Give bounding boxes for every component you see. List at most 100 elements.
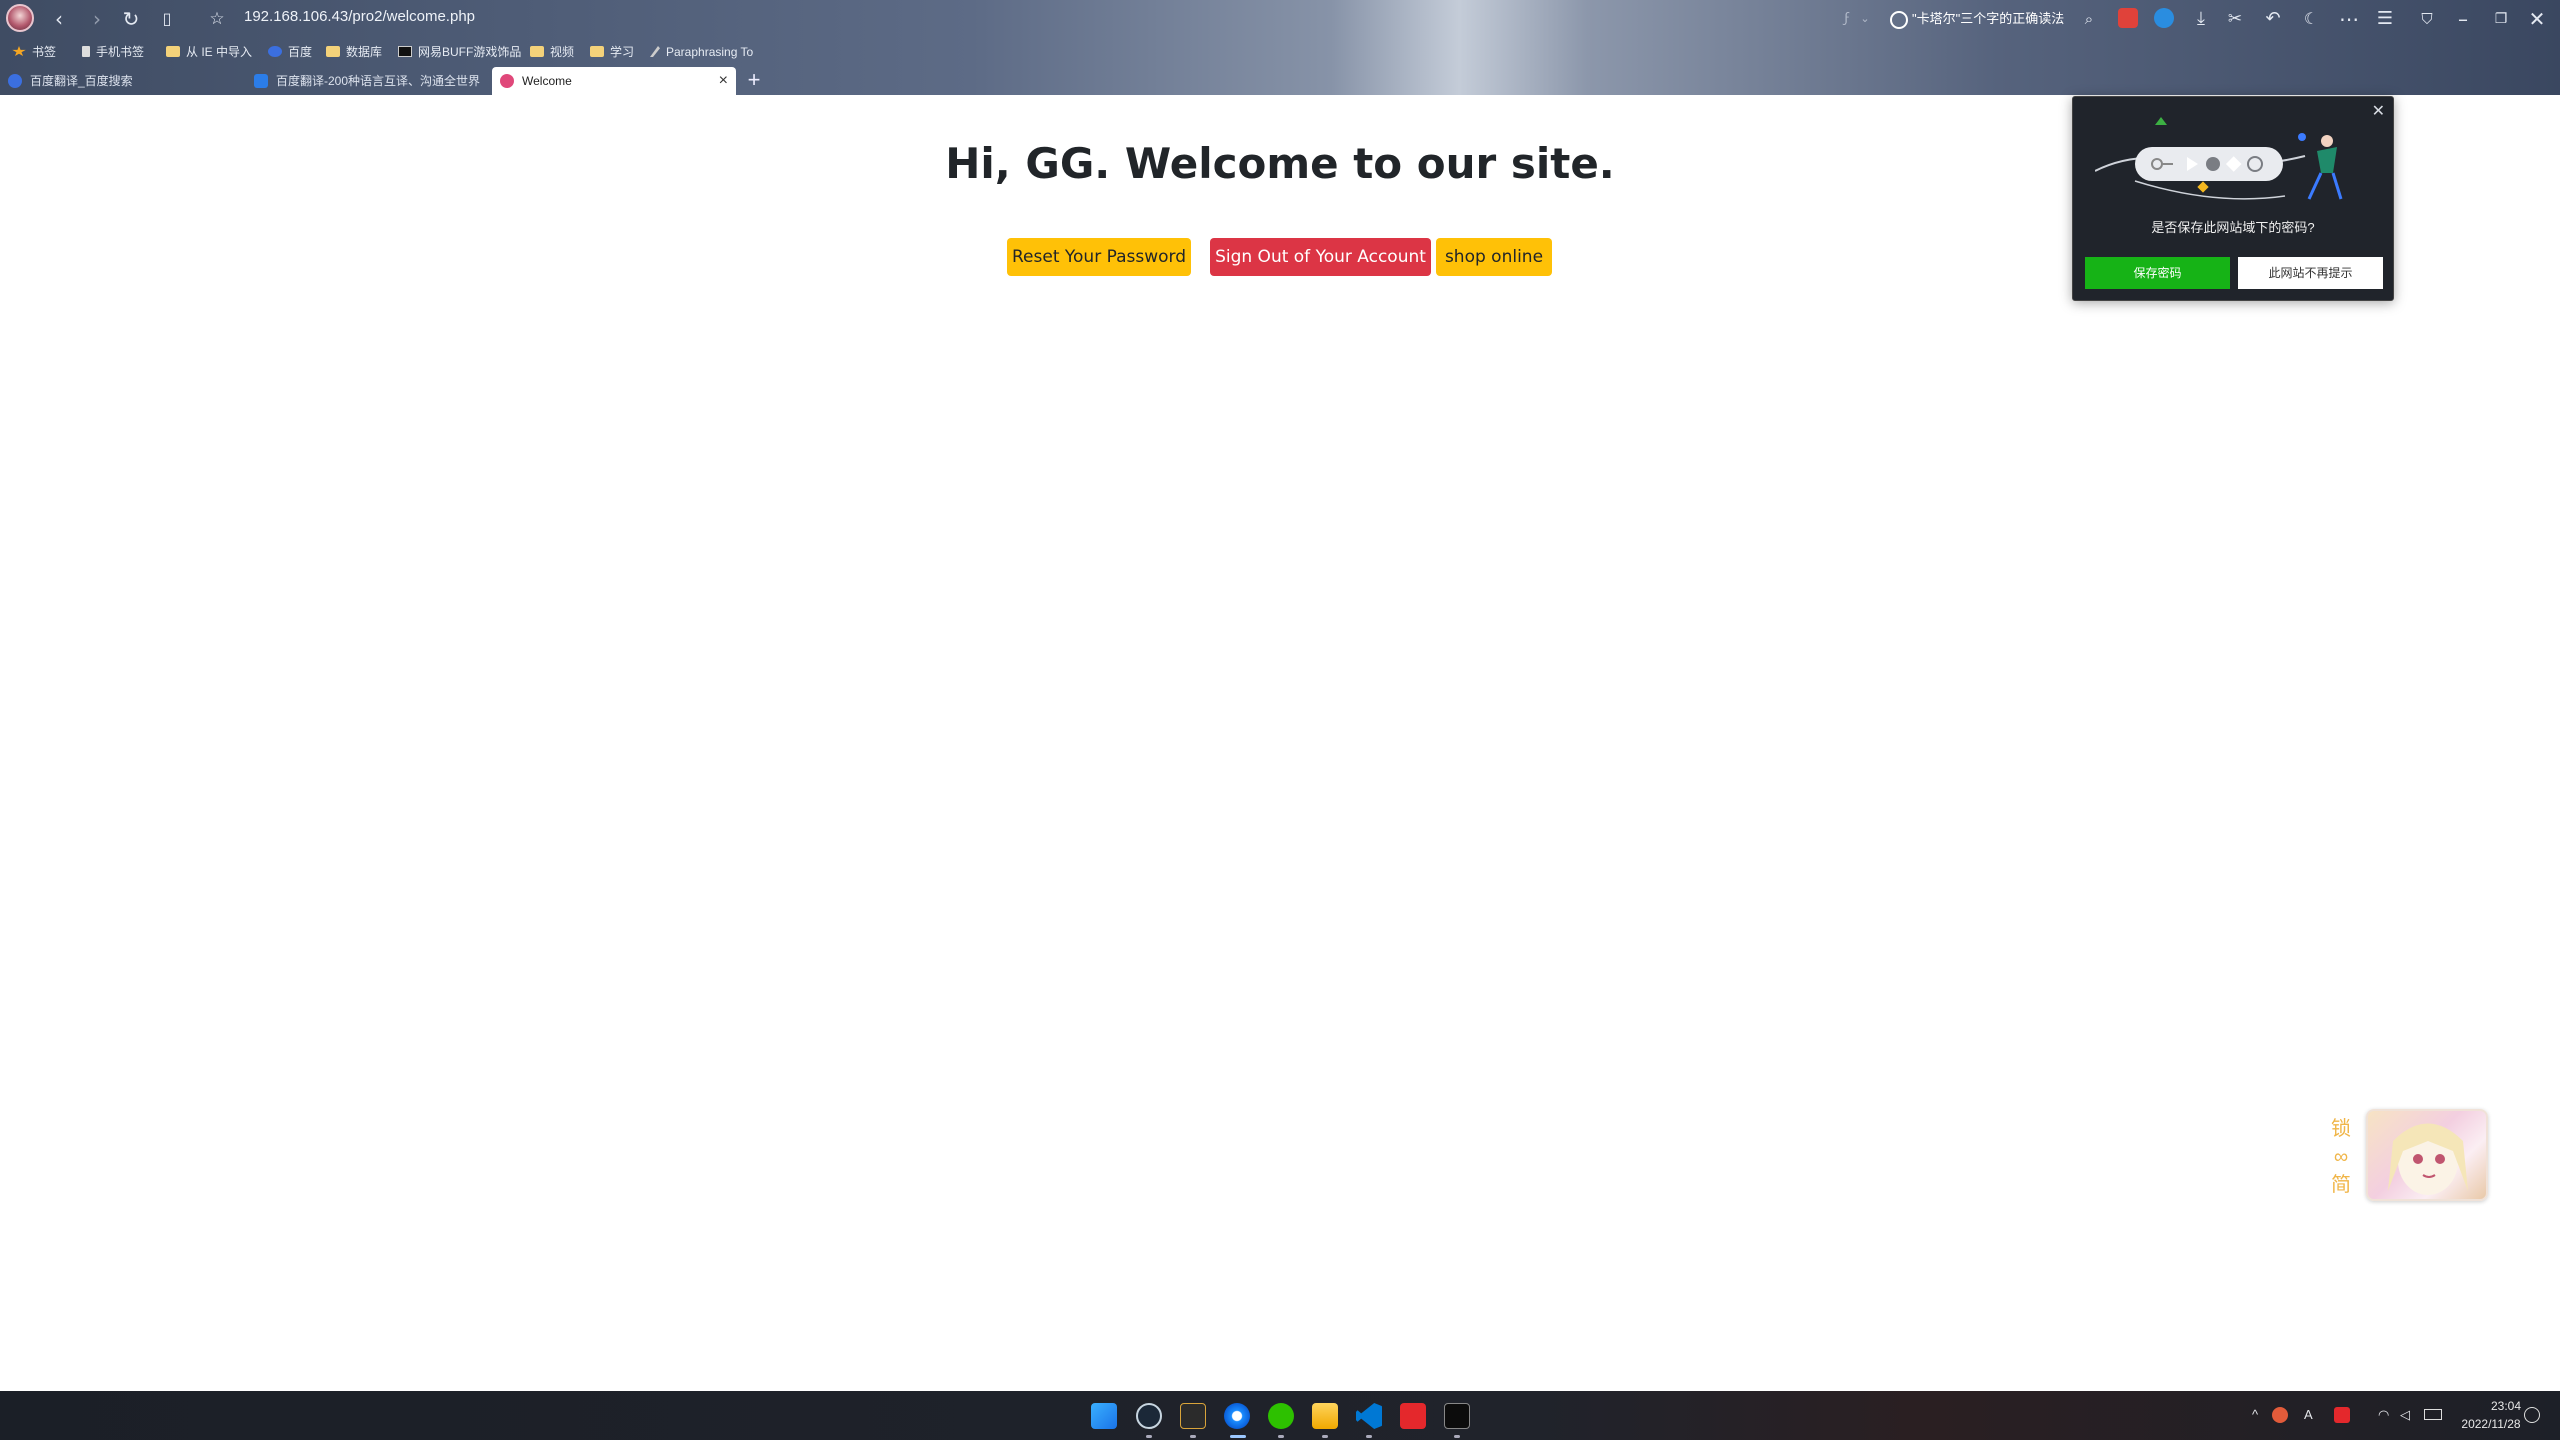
bookmark-star-icon[interactable]: ☆ [204,6,230,32]
battery-icon[interactable] [2424,1409,2442,1420]
ime-indicator[interactable]: A [2304,1407,2313,1422]
never-for-site-button[interactable]: 此网站不再提示 [2238,257,2383,289]
bookmark-item[interactable]: 数据库 [326,43,382,61]
bookmark-label: 视频 [550,45,575,59]
reading-mode-icon[interactable]: ▯ [154,6,180,32]
night-mode-icon[interactable]: ☾ [2298,6,2324,32]
folder-icon [530,46,544,57]
extension-icon[interactable] [2154,8,2174,28]
bookmark-item[interactable]: 学习 [590,43,634,61]
save-password-popup: ✕ 是否保存此网站域下的密码? 保存密码 此网站不再提示 [2072,96,2394,301]
widget-simple-char[interactable]: 简 [2328,1171,2354,1199]
avatar-art [2388,1123,2468,1195]
taskbar: ^ A ◠ ◁ 23:04 2022/11/28 [0,1391,2560,1440]
save-password-button[interactable]: 保存密码 [2085,257,2230,289]
menu-icon[interactable]: ☰ [2372,6,2398,32]
running-indicator [1454,1435,1460,1438]
more-icon[interactable]: ⋯ [2336,6,2362,32]
address-bar[interactable]: 192.168.106.43/pro2/welcome.php [244,8,475,25]
steam-icon[interactable] [1136,1403,1162,1429]
search-icon[interactable]: ⌕ [2076,6,2102,32]
baidu-icon [8,74,22,88]
file-explorer-icon[interactable] [1312,1403,1338,1429]
running-indicator [1190,1435,1196,1438]
running-indicator [1278,1435,1284,1438]
tray-overflow-icon[interactable]: ^ [2252,1407,2258,1422]
tab-baidu-search[interactable]: 百度翻译_百度搜索 [0,67,246,95]
browser-chrome: ‹ › ↻ ▯ ☆ 192.168.106.43/pro2/welcome.ph… [0,0,2560,95]
close-tab-icon[interactable]: × [719,67,728,95]
restore-icon[interactable]: ❐ [2488,6,2514,32]
back-icon[interactable]: ‹ [46,6,72,32]
widget-link-char[interactable]: ∞ [2328,1143,2354,1171]
wifi-icon[interactable]: ◠ [2378,1407,2389,1423]
bookmark-item[interactable]: 从 IE 中导入 [166,43,252,61]
tab-baidu-translate[interactable]: 百度翻译-200种语言互译、沟通全世界 [246,67,490,95]
tab-label: 百度翻译-200种语言互译、沟通全世界 [276,74,481,88]
username: GG [1025,139,1095,188]
tab-label: 百度翻译_百度搜索 [30,74,133,88]
search-box[interactable]: "卡塔尔"三个字的正确读法 [1890,6,2100,32]
forward-icon[interactable]: › [84,6,110,32]
buff-icon [398,46,412,57]
new-tab-button[interactable]: + [744,67,764,95]
close-window-icon[interactable]: ✕ [2524,6,2550,32]
search-text: "卡塔尔"三个字的正确读法 [1912,11,2065,26]
minimize-icon[interactable]: – [2450,6,2476,32]
reset-password-button[interactable]: Reset Your Password [1007,238,1191,276]
save-password-question: 是否保存此网站域下的密码? [2151,220,2315,235]
tab-welcome[interactable]: Welcome × [492,67,736,95]
clock-date[interactable]: 2022/11/28 [2456,1417,2526,1431]
bookmark-label: Paraphrasing To [666,45,754,59]
start-icon[interactable] [1091,1403,1117,1429]
shop-online-button[interactable]: shop online [1436,238,1552,276]
tray-app-icon[interactable] [2272,1407,2288,1423]
bookmark-item[interactable]: 百度 [268,43,312,61]
bookmark-item[interactable]: 手机书签 [82,43,144,61]
phone-icon [82,46,90,57]
bookmark-label: 从 IE 中导入 [186,45,253,59]
bookmark-item[interactable]: 视频 [530,43,574,61]
scissors-icon[interactable]: ✂ [2222,6,2248,32]
vscode-icon[interactable] [1356,1403,1382,1429]
bookmarks-bar: 书签 手机书签 从 IE 中导入 百度 数据库 网易BUFF游戏饰品 视频 学习… [0,40,2560,64]
browser-taskbar-icon[interactable] [1224,1403,1250,1429]
greeting-prefix: Hi, [945,139,1026,188]
running-indicator [1366,1435,1372,1438]
folder-icon [166,46,180,57]
notification-icon[interactable] [2524,1407,2540,1423]
password-illustration [2095,117,2343,200]
bookmark-item[interactable]: 书签 [12,43,56,61]
translate-extension-icon[interactable] [2118,8,2138,28]
widget-lock-char[interactable]: 锁 [2328,1115,2354,1143]
wechat-icon[interactable] [1268,1403,1294,1429]
sign-out-button[interactable]: Sign Out of Your Account [1210,238,1431,276]
download-icon[interactable]: ⤓ [2188,6,2214,32]
folder-icon [590,46,604,57]
game-app-icon[interactable] [1180,1403,1206,1429]
bookmark-label: 网易BUFF游戏饰品 [418,45,522,59]
volume-icon[interactable]: ◁ [2400,1407,2410,1423]
bookmark-label: 百度 [288,45,313,59]
bookmark-item[interactable]: Paraphrasing To [650,43,753,61]
greeting-suffix: . Welcome to our site. [1094,139,1615,188]
close-icon[interactable]: ✕ [2372,101,2385,121]
bookmark-item[interactable]: 网易BUFF游戏饰品 [398,43,521,61]
dropdown-chevron-icon[interactable]: ⌄ [1852,6,1878,32]
browser-toolbar: ‹ › ↻ ▯ ☆ 192.168.106.43/pro2/welcome.ph… [0,0,2560,38]
wps-icon[interactable] [1400,1403,1426,1429]
clock-time[interactable]: 23:04 [2486,1399,2526,1413]
anime-avatar-image[interactable] [2366,1109,2488,1201]
tab-label: Welcome [522,74,572,88]
bookmark-label: 数据库 [346,45,383,59]
site-icon [500,74,514,88]
translate-icon [254,74,268,88]
widget-controls: 锁 ∞ 简 [2328,1115,2354,1199]
skin-icon[interactable]: ⛉ [2414,6,2440,32]
undo-icon[interactable]: ↶ [2260,6,2286,32]
browser-logo-icon[interactable] [6,4,34,32]
terminal-icon[interactable] [1444,1403,1470,1429]
tray-sogou-icon[interactable] [2334,1407,2350,1423]
bookmark-label: 书签 [32,45,57,59]
refresh-icon[interactable]: ↻ [118,6,144,32]
